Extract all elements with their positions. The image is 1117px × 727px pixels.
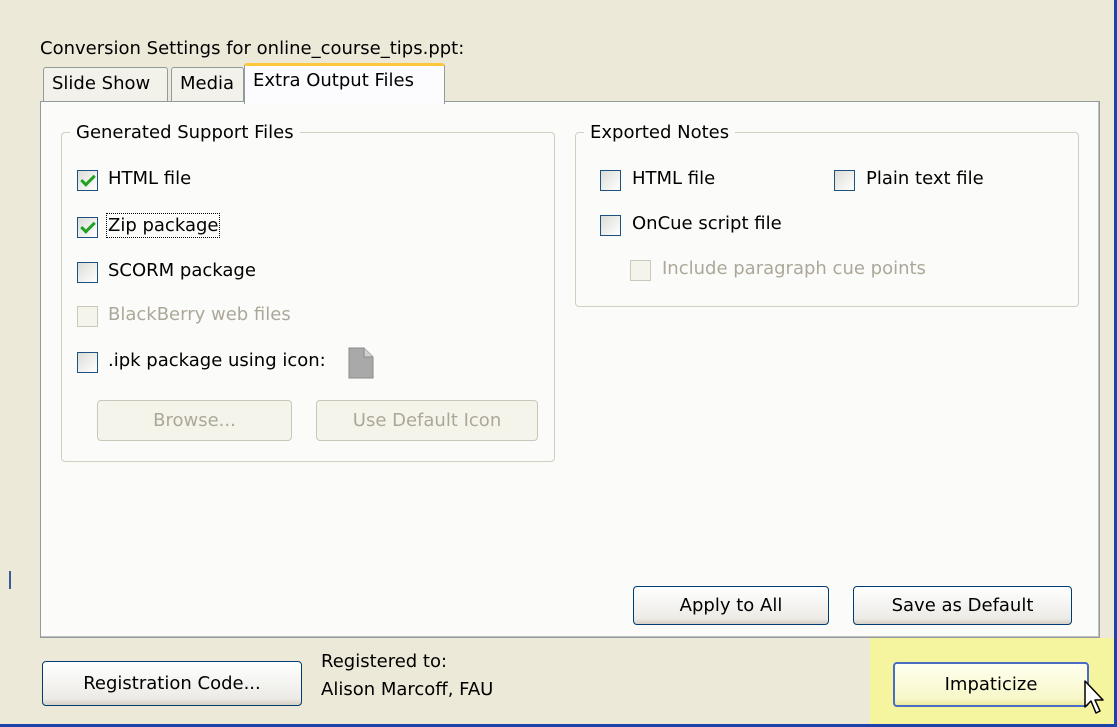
plain-text-file-checkbox[interactable]: [834, 170, 855, 191]
tab-extra-output-files[interactable]: Extra Output Files: [244, 63, 445, 104]
dialog-title: Conversion Settings for online_course_ti…: [40, 38, 465, 59]
use-default-icon-button[interactable]: Use Default Icon: [316, 400, 538, 441]
html-file-label[interactable]: HTML file: [108, 168, 191, 189]
registered-to-label: Registered to:: [321, 651, 448, 672]
scorm-package-label[interactable]: SCORM package: [108, 260, 256, 281]
window-edge-mark: [9, 571, 11, 589]
ipk-package-label[interactable]: .ipk package using icon:: [108, 350, 326, 371]
blackberry-web-files-label[interactable]: BlackBerry web files: [108, 304, 291, 325]
html-file-checkbox[interactable]: [77, 170, 98, 191]
tab-media[interactable]: Media: [171, 67, 244, 101]
zip-package-checkbox[interactable]: [77, 217, 98, 238]
plain-text-file-label[interactable]: Plain text file: [866, 168, 984, 189]
ipk-package-checkbox[interactable]: [77, 352, 98, 373]
notes-html-file-label[interactable]: HTML file: [632, 168, 715, 189]
browse-button[interactable]: Browse...: [97, 400, 292, 441]
blackberry-web-files-checkbox[interactable]: [77, 306, 98, 327]
zip-package-label[interactable]: Zip package: [105, 213, 221, 238]
apply-to-all-button[interactable]: Apply to All: [633, 586, 829, 625]
mouse-cursor-icon: [1084, 680, 1104, 714]
paragraph-cue-points-checkbox[interactable]: [630, 260, 651, 281]
scorm-package-checkbox[interactable]: [77, 262, 98, 283]
oncue-script-file-label[interactable]: OnCue script file: [632, 213, 782, 234]
notes-html-file-checkbox[interactable]: [600, 170, 621, 191]
generated-support-files-legend: Generated Support Files: [76, 122, 294, 143]
tab-slide-show[interactable]: Slide Show: [43, 67, 168, 101]
tab-panel-extra-output-files: Generated Support Files HTML file Zip pa…: [40, 101, 1100, 638]
oncue-script-file-checkbox[interactable]: [600, 215, 621, 236]
ipk-file-icon: [348, 347, 374, 379]
save-as-default-button[interactable]: Save as Default: [853, 586, 1072, 625]
exported-notes-legend: Exported Notes: [590, 122, 730, 143]
impaticize-button[interactable]: Impaticize: [893, 662, 1089, 707]
registration-code-button[interactable]: Registration Code...: [42, 661, 302, 706]
registered-to-name: Alison Marcoff, FAU: [321, 679, 494, 700]
paragraph-cue-points-label[interactable]: Include paragraph cue points: [662, 258, 926, 279]
